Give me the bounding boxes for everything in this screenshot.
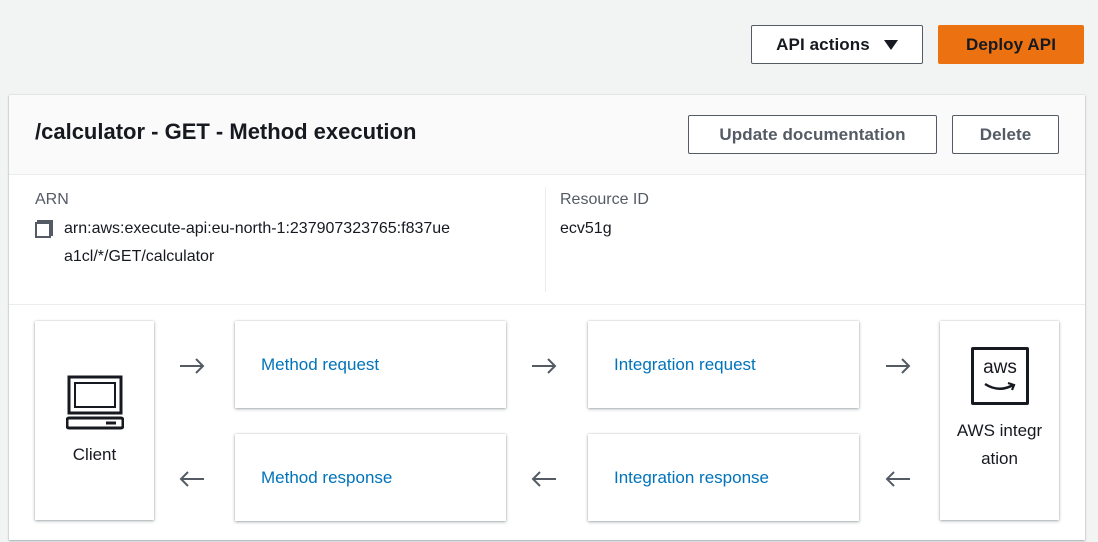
copy-icon[interactable] [35,220,53,238]
arn-section: ARN arn:aws:execute-api:eu-north-1:23790… [35,187,546,292]
arn-value-row: arn:aws:execute-api:eu-north-1:237907323… [35,215,545,271]
page-actions: API actions Deploy API [751,25,1084,64]
arn-label: ARN [35,191,69,208]
integration-response-link[interactable]: Integration response [588,434,859,521]
update-documentation-button[interactable]: Update documentation [688,115,937,154]
page-title: /calculator - GET - Method execution [35,119,417,144]
aws-integration-box: aws AWS integration [940,321,1059,520]
delete-button[interactable]: Delete [952,115,1059,154]
resource-id-section: Resource ID ecv51g [560,187,649,292]
arrow-right-icon [180,358,205,374]
client-box: Client [35,321,154,520]
resource-id-value: ecv51g [560,220,612,237]
method-response-link[interactable]: Method response [235,434,506,521]
resource-id-label: Resource ID [560,191,649,208]
arrow-left-icon [885,471,910,487]
method-execution-panel: /calculator - GET - Method execution Upd… [9,95,1085,540]
arrow-right-icon [886,358,911,374]
integration-request-link[interactable]: Integration request [588,321,859,408]
arn-value: arn:aws:execute-api:eu-north-1:237907323… [64,220,451,265]
method-request-label: Method request [261,354,380,374]
deploy-api-label: Deploy API [965,34,1057,54]
aws-logo-text: aws [983,357,1017,378]
aws-smile-icon [984,381,1016,391]
aws-logo-icon: aws [971,347,1029,405]
method-info: ARN arn:aws:execute-api:eu-north-1:23790… [9,175,1085,305]
header-buttons: Update documentation Delete [688,115,1059,154]
aws-integration-label: AWS integration [956,421,1043,468]
execution-flow: Client Method request Method response In… [9,305,1085,540]
arrow-left-icon [179,471,204,487]
delete-label: Delete [979,124,1032,144]
caret-down-icon [883,39,898,50]
api-actions-dropdown[interactable]: API actions [751,25,923,64]
api-actions-label: API actions [776,34,870,54]
integration-request-label: Integration request [614,354,756,374]
deploy-api-button[interactable]: Deploy API [938,25,1084,64]
arrow-right-icon [532,358,557,374]
arrow-left-icon [531,471,556,487]
method-request-link[interactable]: Method request [235,321,506,408]
laptop-icon [66,375,124,430]
update-documentation-label: Update documentation [719,124,906,144]
integration-response-label: Integration response [614,467,769,487]
method-response-label: Method response [261,467,393,487]
panel-header: /calculator - GET - Method execution Upd… [9,95,1085,175]
client-label: Client [72,445,117,464]
